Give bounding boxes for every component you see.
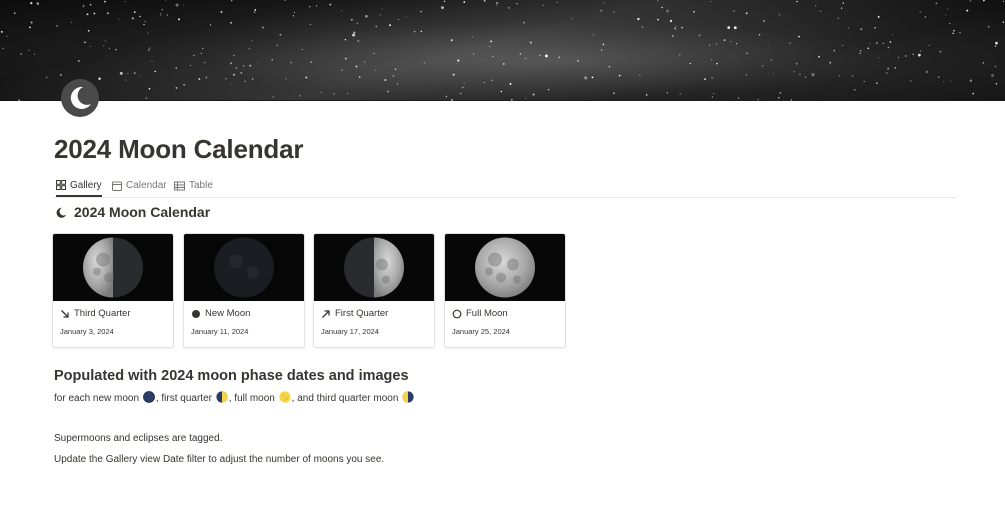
cover-image[interactable]	[0, 0, 1005, 101]
moon-image	[445, 234, 565, 301]
calendar-icon	[112, 181, 122, 191]
card-title: Full Moon	[452, 308, 508, 319]
tab-label: Gallery	[70, 179, 102, 191]
card-title: First Quarter	[321, 308, 388, 319]
view-tabs: Gallery Calendar Table	[53, 175, 957, 198]
gallery-filter-note: Update the Gallery view Date filter to a…	[54, 454, 385, 465]
card-phase: Full Moon	[466, 308, 508, 319]
tab-table[interactable]: Table	[174, 175, 213, 196]
new-moon-emoji	[142, 391, 155, 403]
filled-circle-icon	[192, 309, 200, 318]
card-date: January 3, 2024	[60, 327, 114, 336]
starfield	[0, 0, 1005, 101]
tab-calendar[interactable]: Calendar	[112, 175, 167, 196]
text-segment: , full moon	[228, 393, 278, 404]
first-quarter-moon-emoji	[216, 391, 228, 403]
moon-image	[53, 234, 173, 301]
tab-label: Table	[189, 180, 213, 191]
section-heading: Populated with 2024 moon phase dates and…	[54, 368, 409, 384]
gallery-card-first-quarter[interactable]: First Quarter January 17, 2024	[313, 233, 435, 348]
crescent-moon-icon	[61, 79, 99, 117]
crescent-moon-icon	[56, 207, 67, 218]
view-title: 2024 Moon Calendar	[74, 204, 211, 220]
arrow-down-right-icon	[61, 309, 69, 318]
page-title: 2024 Moon Calendar	[54, 134, 304, 164]
card-phase: Third Quarter	[74, 308, 131, 319]
text-segment: , and third quarter moon	[291, 393, 402, 404]
card-date: January 11, 2024	[191, 327, 249, 336]
moon-image	[184, 234, 304, 301]
open-circle-icon	[452, 309, 462, 318]
moon-image	[314, 234, 434, 301]
gallery-card-full-moon[interactable]: Full Moon January 25, 2024	[444, 233, 566, 348]
card-date: January 25, 2024	[452, 327, 510, 336]
moon-phase-description: for each new moon , first quarter , full…	[54, 391, 415, 404]
card-phase: First Quarter	[335, 308, 389, 319]
tab-label: Calendar	[126, 180, 167, 191]
full-moon-emoji	[279, 391, 291, 403]
card-phase: New Moon	[205, 308, 251, 319]
view-heading[interactable]: 2024 Moon Calendar	[56, 204, 210, 220]
card-date: January 17, 2024	[321, 327, 379, 336]
supermoons-note: Supermoons and eclipses are tagged.	[54, 433, 223, 444]
gallery-grid-icon	[56, 180, 66, 190]
page-icon[interactable]	[60, 78, 100, 118]
card-title: Third Quarter	[60, 308, 131, 319]
tab-gallery[interactable]: Gallery	[56, 175, 102, 197]
text-segment: , first quarter	[155, 393, 215, 404]
gallery-card-new-moon[interactable]: New Moon January 11, 2024	[183, 233, 305, 348]
arrow-up-right-icon	[322, 309, 330, 318]
text-segment: for each new moon	[54, 393, 142, 404]
third-quarter-moon-emoji	[402, 391, 414, 403]
table-icon	[174, 181, 185, 190]
gallery-card-third-quarter[interactable]: Third Quarter January 3, 2024	[52, 233, 174, 348]
card-title: New Moon	[191, 308, 250, 319]
